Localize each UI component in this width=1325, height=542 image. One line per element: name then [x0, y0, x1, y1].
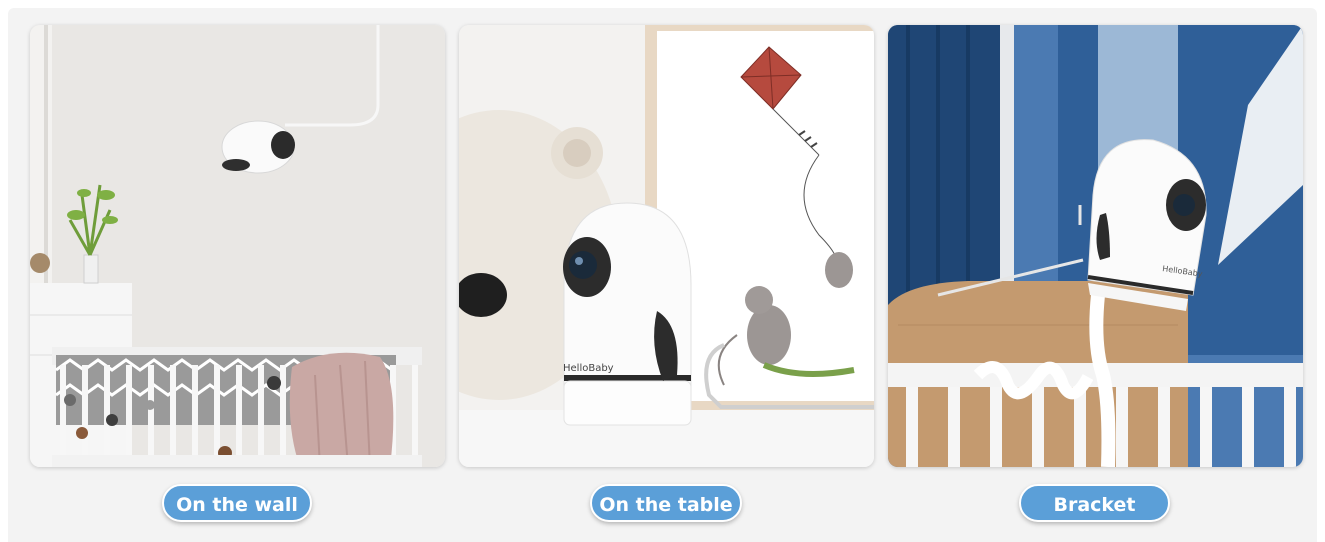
bracket-button[interactable]: Bracket — [1019, 484, 1170, 522]
wall-mount-photo — [30, 25, 445, 467]
on-the-wall-button[interactable]: On the wall — [162, 484, 312, 522]
bracket-mount-scene: HelloBaby — [888, 25, 1303, 467]
table-mount-photo: HelloBaby — [459, 25, 874, 467]
bracket-mount-photo: HelloBaby — [888, 25, 1303, 467]
on-the-table-button[interactable]: On the table — [590, 484, 742, 522]
camera-icon — [563, 202, 692, 426]
wall-mount-scene — [30, 25, 445, 467]
camera-icon — [221, 120, 295, 174]
table-mount-scene: HelloBaby — [459, 25, 874, 467]
brand-text: HelloBaby — [563, 363, 614, 374]
